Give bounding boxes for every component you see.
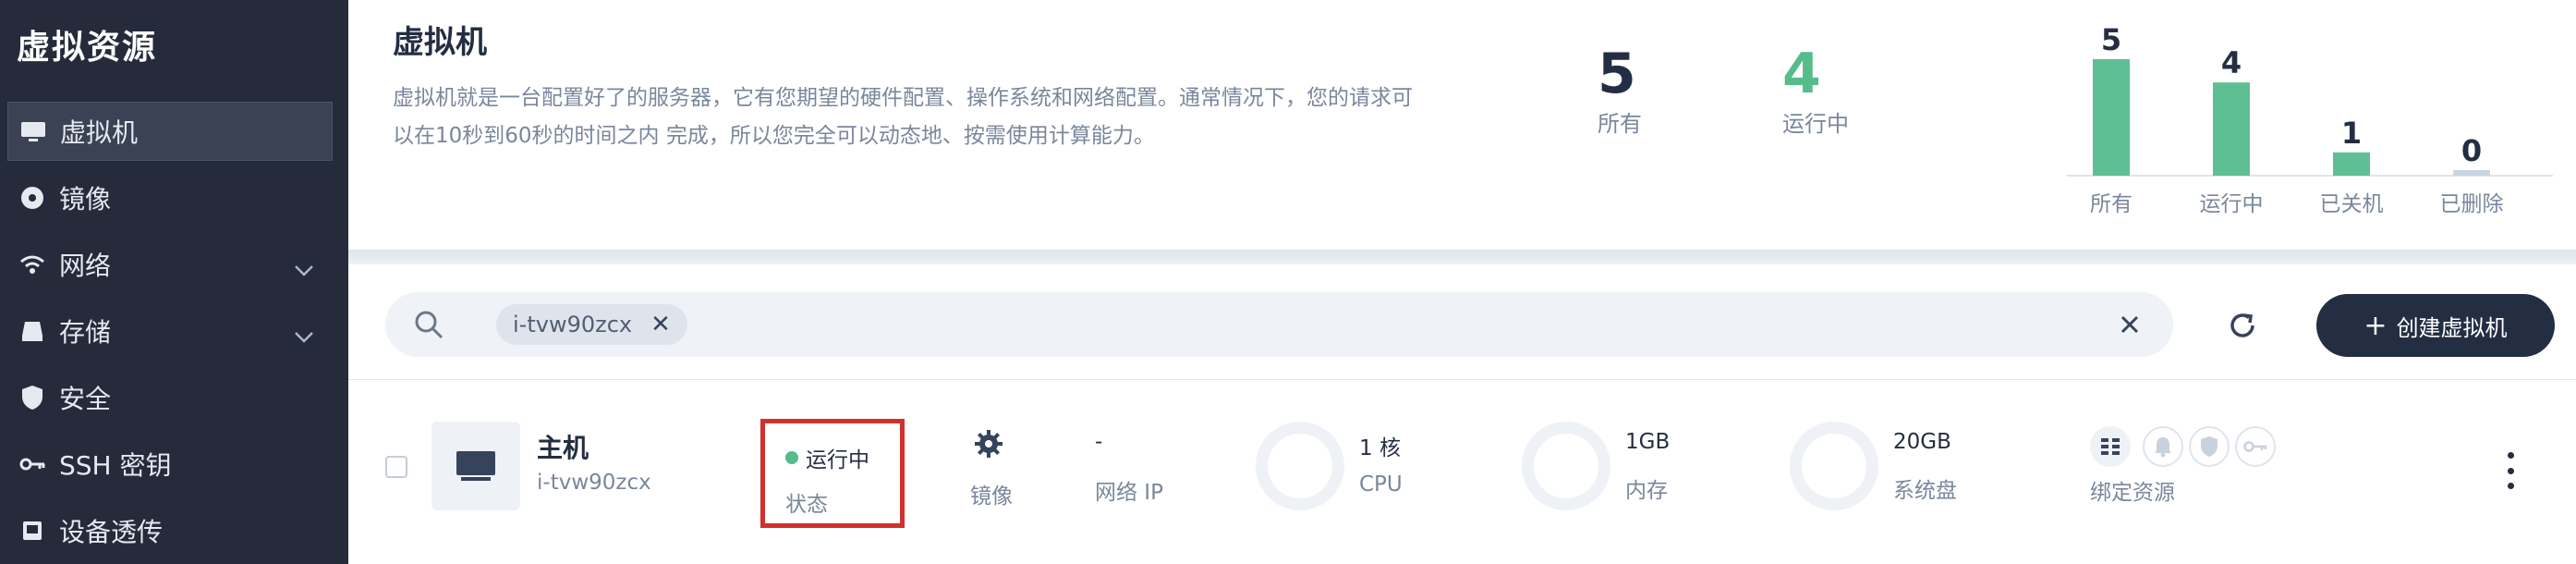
key-icon xyxy=(18,450,46,478)
page-description: 虚拟机就是一台配置好了的服务器，它有您期望的硬件配置、操作系统和网络配置。通常情… xyxy=(393,86,1413,148)
chart-value-label: 5 xyxy=(2101,22,2121,57)
memory-label: 内存 xyxy=(1625,479,1668,503)
stat-value: 4 xyxy=(1782,42,1821,106)
plus-icon: + xyxy=(2363,309,2388,342)
status-value: 运行中 xyxy=(785,442,869,473)
clear-search-button[interactable] xyxy=(2114,309,2145,340)
divider xyxy=(348,250,2576,264)
sidebar-title: 虚拟资源 xyxy=(17,29,158,67)
close-icon[interactable]: ✕ xyxy=(650,311,671,338)
bound-network-icon[interactable] xyxy=(2090,426,2131,467)
cpu-usage-ring xyxy=(1256,422,1344,510)
sidebar-item-label: 网络 xyxy=(59,251,112,281)
dot xyxy=(2507,467,2514,474)
memory-value: 1GB xyxy=(1625,430,1671,454)
storage-icon xyxy=(18,317,46,345)
sidebar: 虚拟资源 虚拟机 镜像 网络 存储 安全 SSH 密钥 设备透传 xyxy=(0,0,348,564)
sidebar-item-device-passthrough[interactable]: 设备透传 xyxy=(0,501,333,560)
stat-label: 运行中 xyxy=(1782,111,1849,137)
sidebar-item-network[interactable]: 网络 xyxy=(0,235,333,294)
host-icon xyxy=(431,422,520,510)
chart-bar xyxy=(2213,82,2250,176)
chart-value-label: 0 xyxy=(2461,133,2482,168)
page-title: 虚拟机 xyxy=(393,24,487,61)
ip-label: 网络 IP xyxy=(1095,481,1163,505)
filter-tag-label: i-tvw90zcx xyxy=(513,312,633,337)
shield-icon xyxy=(18,384,46,411)
chart-category-label: 已关机 xyxy=(2320,192,2384,216)
search-icon xyxy=(413,309,444,344)
sidebar-item-label: 设备透传 xyxy=(59,517,164,547)
status-cell: 运行中 状态 xyxy=(760,419,905,528)
toolbar: i-tvw90zcx ✕ + 创建虚拟机 xyxy=(348,264,2576,379)
sidebar-item-label: 安全 xyxy=(59,384,112,414)
sidebar-item-label: SSH 密钥 xyxy=(59,450,172,481)
disk-value: 20GB xyxy=(1893,430,1951,454)
sidebar-item-label: 虚拟机 xyxy=(60,117,139,148)
disk-label: 系统盘 xyxy=(1893,479,1957,503)
status-bar-chart: 5 所有 4 运行中 1 已关机 0 已删除 xyxy=(2067,0,2553,231)
stat-running: 4 运行中 xyxy=(1782,44,1849,138)
status-label: 状态 xyxy=(785,493,828,517)
create-vm-button[interactable]: + 创建虚拟机 xyxy=(2316,294,2555,357)
bind-resources-label: 绑定资源 xyxy=(2090,481,2175,505)
security-group-shield-icon[interactable] xyxy=(2189,426,2230,467)
monitor-icon xyxy=(19,117,47,145)
sidebar-item-storage[interactable]: 存储 xyxy=(0,301,333,361)
stat-value: 5 xyxy=(1598,42,1636,106)
sidebar-item-image[interactable]: 镜像 xyxy=(0,168,333,227)
ip-value: - xyxy=(1095,430,1103,454)
status-text: 运行中 xyxy=(806,448,869,472)
stat-label: 所有 xyxy=(1598,111,1642,137)
host-name[interactable]: 主机 xyxy=(537,428,589,465)
chevron-down-icon[interactable] xyxy=(294,253,314,284)
filter-tag[interactable]: i-tvw90zcx ✕ xyxy=(496,304,687,345)
memory-usage-ring xyxy=(1522,422,1610,510)
sidebar-item-security[interactable]: 安全 xyxy=(0,368,333,427)
row-checkbox[interactable] xyxy=(385,456,407,478)
chart-bar xyxy=(2453,170,2490,176)
create-vm-label: 创建虚拟机 xyxy=(2396,314,2508,341)
chart-category-label: 所有 xyxy=(2090,192,2132,216)
host-id: i-tvw90zcx xyxy=(537,471,651,495)
refresh-button[interactable] xyxy=(2224,307,2261,344)
device-icon xyxy=(18,517,46,545)
image-label: 镜像 xyxy=(970,484,1013,509)
image-gear-icon xyxy=(973,428,1004,463)
chart-value-label: 1 xyxy=(2341,116,2362,151)
dot xyxy=(2507,483,2514,489)
disk-usage-ring xyxy=(1790,422,1878,510)
stat-all: 5 所有 xyxy=(1598,44,1642,138)
sidebar-item-label: 镜像 xyxy=(59,184,112,215)
chart-value-label: 4 xyxy=(2221,45,2242,80)
wifi-icon xyxy=(18,251,46,278)
table-row[interactable]: 主机 i-tvw90zcx 运行中 状态 镜像 - 网络 IP 1 核 CPU … xyxy=(348,379,2576,564)
disc-icon xyxy=(18,184,46,212)
ssh-key-icon[interactable] xyxy=(2235,426,2276,467)
chart-category-label: 运行中 xyxy=(2200,192,2264,216)
alarm-bell-icon[interactable] xyxy=(2143,426,2183,467)
cpu-value: 1 核 xyxy=(1359,436,1401,460)
chart-bar xyxy=(2333,152,2370,176)
sidebar-item-vm[interactable]: 虚拟机 xyxy=(7,102,333,161)
cpu-label: CPU xyxy=(1359,472,1403,497)
more-actions-button[interactable] xyxy=(2501,452,2520,489)
status-dot-icon xyxy=(785,451,798,464)
chart-category-label: 已删除 xyxy=(2440,192,2504,216)
search-bar[interactable]: i-tvw90zcx ✕ xyxy=(385,292,2173,357)
chart-bar xyxy=(2093,59,2130,176)
dot xyxy=(2507,452,2514,459)
chevron-down-icon[interactable] xyxy=(294,320,314,350)
sidebar-item-ssh-keys[interactable]: SSH 密钥 xyxy=(0,435,333,494)
sidebar-item-label: 存储 xyxy=(59,317,112,348)
